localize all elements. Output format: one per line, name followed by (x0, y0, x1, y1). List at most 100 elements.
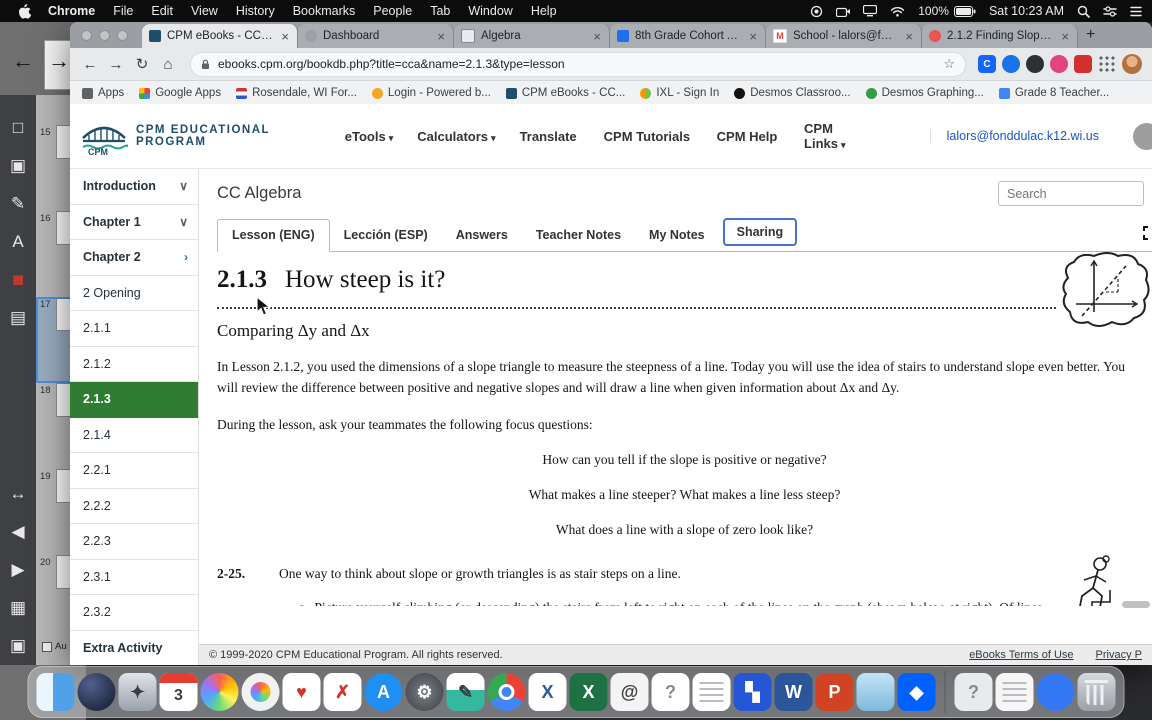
dock-icon[interactable]: ? (954, 673, 993, 711)
menu-item[interactable]: File (104, 0, 142, 22)
bookmark-item[interactable]: Desmos Graphing... (865, 87, 984, 99)
toc-item[interactable]: 2.1.4 (70, 418, 198, 453)
extensions-menu-icon[interactable] (1098, 55, 1116, 73)
close-button[interactable] (81, 30, 92, 41)
dock-icon[interactable]: P (815, 673, 854, 711)
toc-item[interactable]: Introduction ∨ (70, 169, 198, 205)
content-tab[interactable]: My Notes (635, 220, 719, 251)
footer-link[interactable]: Privacy P (1096, 649, 1142, 661)
menu-item[interactable]: People (364, 0, 421, 22)
content-tab[interactable]: Lección (ESP) (330, 220, 442, 251)
toc-item[interactable]: Extra Activity (70, 631, 198, 666)
nav-item[interactable]: CPM Help (717, 129, 780, 144)
content-tab[interactable]: Answers (442, 220, 522, 251)
dock-icon[interactable] (692, 673, 731, 711)
zoom-button[interactable] (117, 30, 128, 41)
tab-close-icon[interactable]: × (280, 29, 290, 44)
account-link[interactable]: lalors@fonddulac.k12.wi.us (929, 129, 1099, 143)
control-center-icon[interactable] (1103, 5, 1117, 17)
back-button[interactable]: ← (80, 56, 100, 73)
dock-icon[interactable]: ▚ (733, 673, 772, 711)
dock-icon[interactable] (487, 673, 526, 711)
screen-record-icon[interactable] (810, 5, 823, 18)
toc-item[interactable]: 2.2.2 (70, 489, 198, 524)
browser-tab[interactable]: CPM eBooks - CC Algeb... × (142, 24, 298, 48)
wifi-icon[interactable] (890, 6, 905, 17)
tab-close-icon[interactable]: × (592, 29, 602, 44)
browser-tab[interactable]: Algebra × (454, 24, 610, 48)
display-icon[interactable] (863, 5, 878, 17)
annotation-tool-icon[interactable]: A (0, 223, 36, 261)
pink-extension-icon[interactable] (1050, 55, 1068, 73)
checkbox-icon[interactable] (42, 641, 52, 652)
toc-item[interactable]: 2.1.1 (70, 311, 198, 347)
dock-icon[interactable] (241, 673, 280, 711)
menu-item[interactable]: Bookmarks (284, 0, 365, 22)
dock-icon[interactable] (1077, 673, 1116, 711)
bookmark-item[interactable]: IXL - Sign In (640, 87, 719, 99)
dock-icon[interactable]: A (364, 673, 403, 711)
dock-icon[interactable]: ✎ (446, 673, 485, 711)
dock-icon[interactable]: ✗ (323, 673, 362, 711)
minimize-button[interactable] (99, 30, 110, 41)
bookmark-item[interactable]: Google Apps (139, 87, 221, 99)
browser-tab[interactable]: Dashboard × (298, 24, 454, 48)
tab-close-icon[interactable]: × (904, 29, 914, 44)
forward-button[interactable]: → (106, 56, 126, 73)
dock-icon[interactable] (1036, 673, 1075, 711)
annotation-tool-icon[interactable]: ■ (0, 261, 36, 299)
toc-item[interactable]: 2.3.2 (70, 595, 198, 631)
annotation-forward-arrow[interactable]: → (48, 48, 70, 74)
browser-tab[interactable]: 8th Grade Cohort A Wee... × (610, 24, 766, 48)
notification-center-icon[interactable] (1130, 6, 1142, 17)
dock-icon[interactable]: ⚙ (405, 673, 444, 711)
dock-icon[interactable]: W (774, 673, 813, 711)
toc-item[interactable]: 2 Opening (70, 276, 198, 311)
footer-link[interactable]: eBooks Terms of Use (969, 649, 1073, 661)
content-tab[interactable]: Sharing (722, 218, 798, 246)
dock-icon[interactable] (995, 673, 1034, 711)
dock-icon[interactable]: ✦ (118, 673, 157, 711)
dock-icon[interactable] (77, 673, 116, 711)
toc-item[interactable]: 2.1.2 (70, 347, 198, 382)
menu-item[interactable]: Help (522, 0, 566, 22)
dock-icon[interactable]: ◆ (897, 673, 936, 711)
profile-avatar[interactable] (1122, 54, 1142, 74)
nav-item[interactable]: eTools ▾ (345, 129, 393, 144)
blue-extension-icon[interactable] (1002, 55, 1020, 73)
tab-close-icon[interactable]: × (1060, 29, 1070, 44)
spotlight-icon[interactable] (1077, 5, 1090, 18)
nav-item[interactable]: Calculators ▾ (417, 129, 495, 144)
bookmark-item[interactable]: Desmos Classroo... (734, 87, 851, 99)
toc-item[interactable]: 2.3.1 (70, 560, 198, 595)
dock-icon[interactable] (200, 673, 239, 711)
content-tab[interactable]: Teacher Notes (522, 220, 635, 251)
bookmark-item[interactable]: Rosendale, WI For... (236, 87, 357, 99)
dock-icon[interactable]: X (569, 673, 608, 711)
dock-icon[interactable]: X (528, 673, 567, 711)
menu-item[interactable]: View (182, 0, 227, 22)
annotation-tool-icon[interactable]: ▣ (0, 147, 36, 185)
bookmark-item[interactable]: CPM eBooks - CC... (505, 87, 625, 99)
menu-item[interactable]: History (227, 0, 284, 22)
toc-item[interactable]: 2.2.3 (70, 524, 198, 560)
toc-item[interactable]: 2.1.3 (70, 382, 198, 418)
reload-button[interactable]: ↻ (132, 55, 152, 73)
dock-icon[interactable]: ♥ (282, 673, 321, 711)
account-avatar[interactable] (1133, 122, 1152, 150)
nav-item[interactable]: CPM Links ▾ (804, 121, 878, 151)
bookmark-item[interactable]: Login - Powered b... (371, 87, 491, 99)
toc-item[interactable]: Chapter 1 ∨ (70, 205, 198, 240)
adblock-extension-icon[interactable] (1074, 55, 1092, 73)
dock-icon[interactable]: ? (651, 673, 690, 711)
dock-icon[interactable]: @ (610, 673, 649, 711)
toc-item[interactable]: 2.2.1 (70, 453, 198, 489)
nav-item[interactable]: Translate (520, 129, 580, 144)
home-button[interactable]: ⌂ (158, 56, 178, 73)
dock-icon[interactable] (856, 673, 895, 711)
fullscreen-icon[interactable] (1143, 226, 1152, 245)
new-tab-button[interactable]: + (1086, 26, 1095, 44)
tab-close-icon[interactable]: × (748, 29, 758, 44)
dock-icon[interactable]: 3 (159, 673, 198, 711)
cpm-logo[interactable]: CPM CPM EDUCATIONAL PROGRAM (80, 116, 345, 156)
